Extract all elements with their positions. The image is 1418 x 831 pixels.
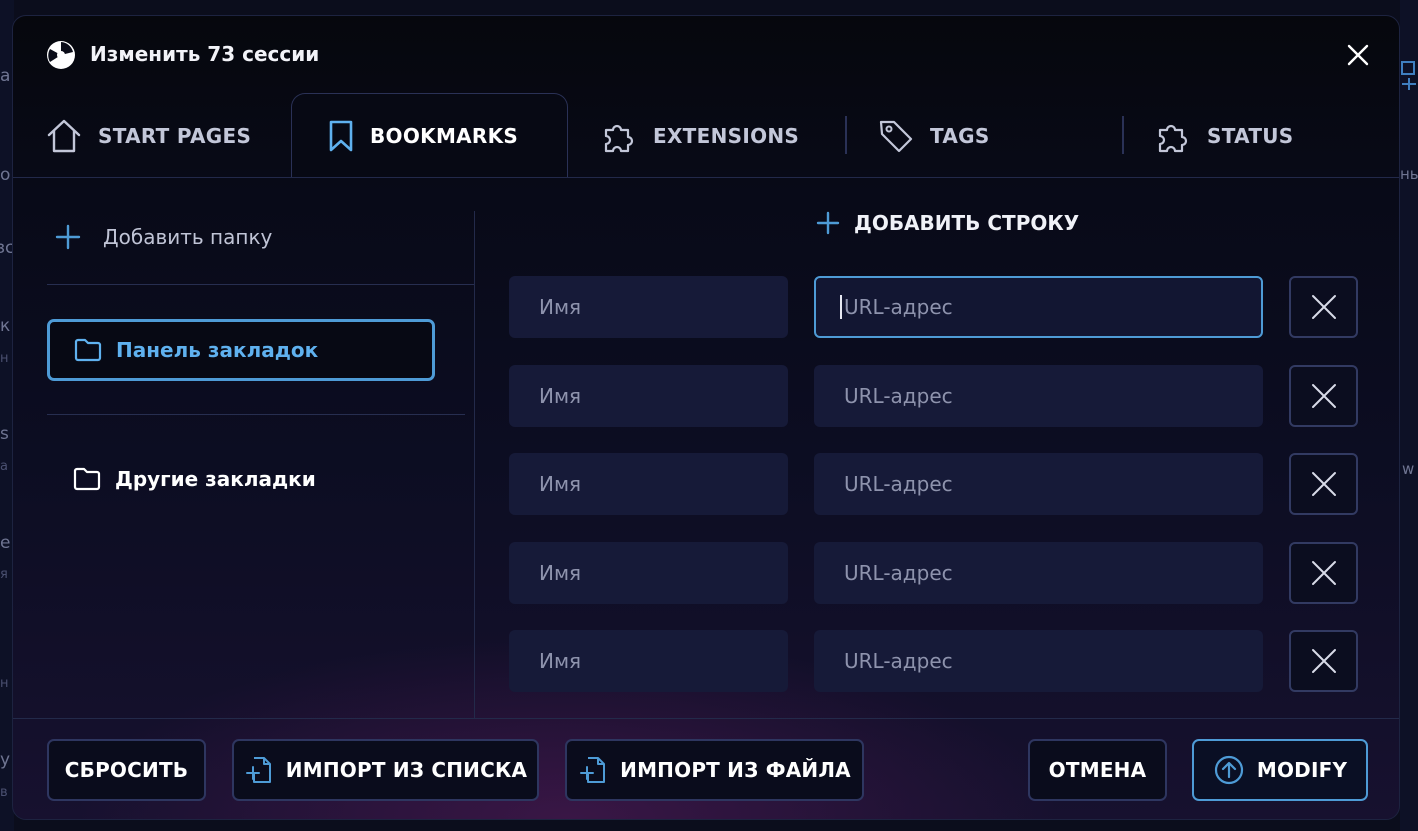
background-text: нь (1400, 165, 1418, 183)
divider (47, 414, 465, 415)
tab-label: START PAGES (98, 124, 252, 148)
file-add-icon (245, 757, 271, 783)
bookmark-name-input[interactable] (509, 276, 788, 338)
folder-other-bookmarks[interactable]: Другие закладки (47, 448, 435, 510)
plus-icon (816, 211, 840, 235)
cancel-label: ОТМЕНА (1048, 758, 1147, 782)
background-text: а (0, 66, 11, 86)
modify-button[interactable]: MODIFY (1192, 739, 1368, 801)
background-text: в (0, 785, 8, 800)
tab-separator (1122, 116, 1124, 154)
import-from-file-button[interactable]: ИМПОРТ ИЗ ФАЙЛА (565, 739, 864, 801)
bookmark-name-input[interactable] (509, 365, 788, 427)
bookmark-name-input[interactable] (509, 453, 788, 515)
add-row-label: ДОБАВИТЬ СТРОКУ (854, 211, 1080, 235)
background-text: н (0, 676, 9, 691)
import-list-label: ИМПОРТ ИЗ СПИСКА (285, 758, 528, 782)
tab-bookmarks[interactable]: BOOKMARKS (291, 93, 568, 177)
text-caret (840, 295, 842, 319)
bookmark-url-input[interactable] (814, 453, 1263, 515)
reset-label: СБРОСИТЬ (64, 758, 189, 782)
add-folder-button[interactable]: Добавить папку (55, 224, 272, 250)
bookmark-url-input[interactable] (814, 630, 1263, 692)
add-row-button[interactable]: ДОБАВИТЬ СТРОКУ (816, 211, 1079, 235)
delete-row-button[interactable] (1289, 542, 1358, 604)
app-logo-icon (47, 41, 75, 69)
background-text: у (0, 750, 11, 770)
tab-start-pages[interactable]: START PAGES (46, 94, 251, 178)
bookmark-url-input[interactable] (814, 276, 1263, 338)
background-app-right-edge: нь w (1400, 0, 1418, 831)
background-icon (1401, 61, 1416, 90)
edit-sessions-dialog: Изменить 73 сессии START PAGES BOOKMARKS… (12, 15, 1400, 820)
delete-row-button[interactable] (1289, 453, 1358, 515)
tab-tags[interactable]: TAGS (878, 94, 990, 178)
tab-extensions[interactable]: EXTENSIONS (601, 94, 799, 178)
background-text: w (1402, 460, 1415, 478)
background-text: к (0, 316, 11, 336)
dialog-title: Изменить 73 сессии (90, 42, 320, 66)
tab-separator (845, 116, 847, 154)
tab-label: BOOKMARKS (370, 123, 519, 148)
folder-bookmarks-bar[interactable]: Панель закладок (47, 319, 435, 381)
tab-label: STATUS (1207, 124, 1294, 148)
file-add-icon (580, 757, 606, 783)
delete-row-button[interactable] (1289, 365, 1358, 427)
arrow-up-circle-icon (1214, 755, 1243, 785)
home-icon (47, 119, 81, 153)
panel-divider (474, 211, 475, 719)
bookmark-name-input[interactable] (509, 630, 788, 692)
puzzle-icon (604, 124, 634, 153)
puzzle-icon (1158, 124, 1188, 153)
divider (47, 284, 475, 285)
background-text: н (0, 351, 9, 366)
tag-icon (879, 120, 913, 153)
folder-label: Панель закладок (116, 338, 319, 362)
cancel-button[interactable]: ОТМЕНА (1028, 739, 1167, 801)
close-icon (1311, 649, 1336, 673)
folder-label: Другие закладки (115, 467, 316, 491)
background-text: а (0, 459, 8, 474)
bookmark-url-input[interactable] (814, 542, 1263, 604)
background-text: о (0, 165, 11, 185)
folder-icon (74, 338, 102, 362)
bookmark-name-input[interactable] (509, 542, 788, 604)
close-icon (1311, 384, 1336, 408)
delete-row-button[interactable] (1289, 630, 1358, 692)
close-icon (1311, 295, 1336, 319)
background-text: е (0, 533, 11, 553)
tab-status[interactable]: STATUS (1155, 94, 1294, 178)
tab-label: TAGS (930, 124, 990, 148)
add-folder-label: Добавить папку (103, 225, 273, 249)
background-text: я (0, 567, 8, 582)
background-text: s (0, 424, 9, 444)
close-icon[interactable] (1343, 40, 1373, 70)
delete-row-button[interactable] (1289, 276, 1358, 338)
close-icon (1311, 561, 1336, 585)
close-icon (1311, 472, 1336, 496)
plus-icon (55, 224, 81, 250)
import-from-list-button[interactable]: ИМПОРТ ИЗ СПИСКА (232, 739, 539, 801)
tab-label: EXTENSIONS (653, 124, 800, 148)
modify-label: MODIFY (1256, 758, 1348, 782)
import-file-label: ИМПОРТ ИЗ ФАЙЛА (620, 758, 851, 782)
bookmark-url-input[interactable] (814, 365, 1263, 427)
bookmark-icon (329, 120, 353, 151)
folder-icon (73, 467, 101, 491)
reset-button[interactable]: СБРОСИТЬ (47, 739, 206, 801)
footer-divider (13, 718, 1399, 719)
